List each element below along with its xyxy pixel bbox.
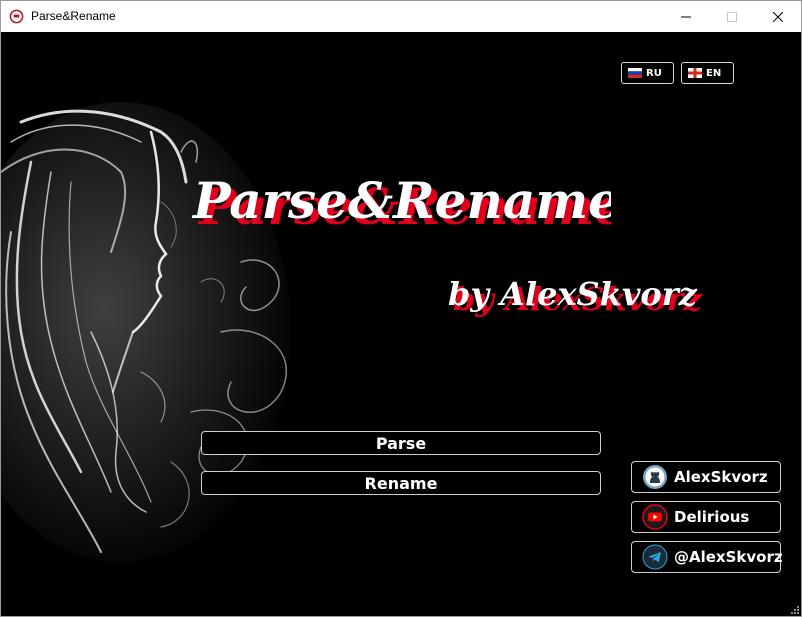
app-logo-byline: by AlexSkvorz by AlexSkvorz [448,275,703,318]
language-en-button[interactable]: EN [681,62,734,84]
close-icon [773,11,783,22]
telegram-link-button[interactable]: @AlexSkvorz [631,541,783,573]
app-logo-title: Parse&Rename Parse&Rename [191,171,611,236]
window-title: Parse&Rename [31,9,116,23]
main-panel: RU EN Parse&Rename Parse&Rename by AlexS… [1,32,801,616]
svg-text:Parse&Rename: Parse&Rename [191,171,611,230]
rename-button[interactable]: Rename [201,471,601,495]
github-label: AlexSkvorz [674,468,768,486]
telegram-icon [642,544,668,570]
language-ru-button[interactable]: RU [621,62,674,84]
language-ru-label: RU [646,67,662,79]
resize-grip-icon[interactable] [791,606,799,614]
telegram-label: @AlexSkvorz [674,548,783,566]
youtube-label: Delirious [674,508,750,526]
minimize-icon [681,16,691,17]
close-button[interactable] [755,1,801,32]
russia-flag-icon [628,68,642,78]
svg-text:by AlexSkvorz: by AlexSkvorz [448,275,698,313]
github-link-button[interactable]: AlexSkvorz [631,461,781,493]
minimize-button[interactable] [663,1,709,32]
app-window: Parse&Rename RU EN Parse&Rename Parse&Re… [0,0,802,617]
language-en-label: EN [706,67,722,79]
portrait-artwork [1,102,291,562]
github-icon [643,465,667,489]
maximize-button[interactable] [709,1,755,32]
maximize-icon [727,11,737,22]
youtube-icon [642,504,668,530]
title-bar[interactable]: Parse&Rename [1,1,801,32]
england-flag-icon [688,68,702,78]
youtube-link-button[interactable]: Delirious [631,501,781,533]
app-icon [9,9,24,24]
parse-button[interactable]: Parse [201,431,601,455]
